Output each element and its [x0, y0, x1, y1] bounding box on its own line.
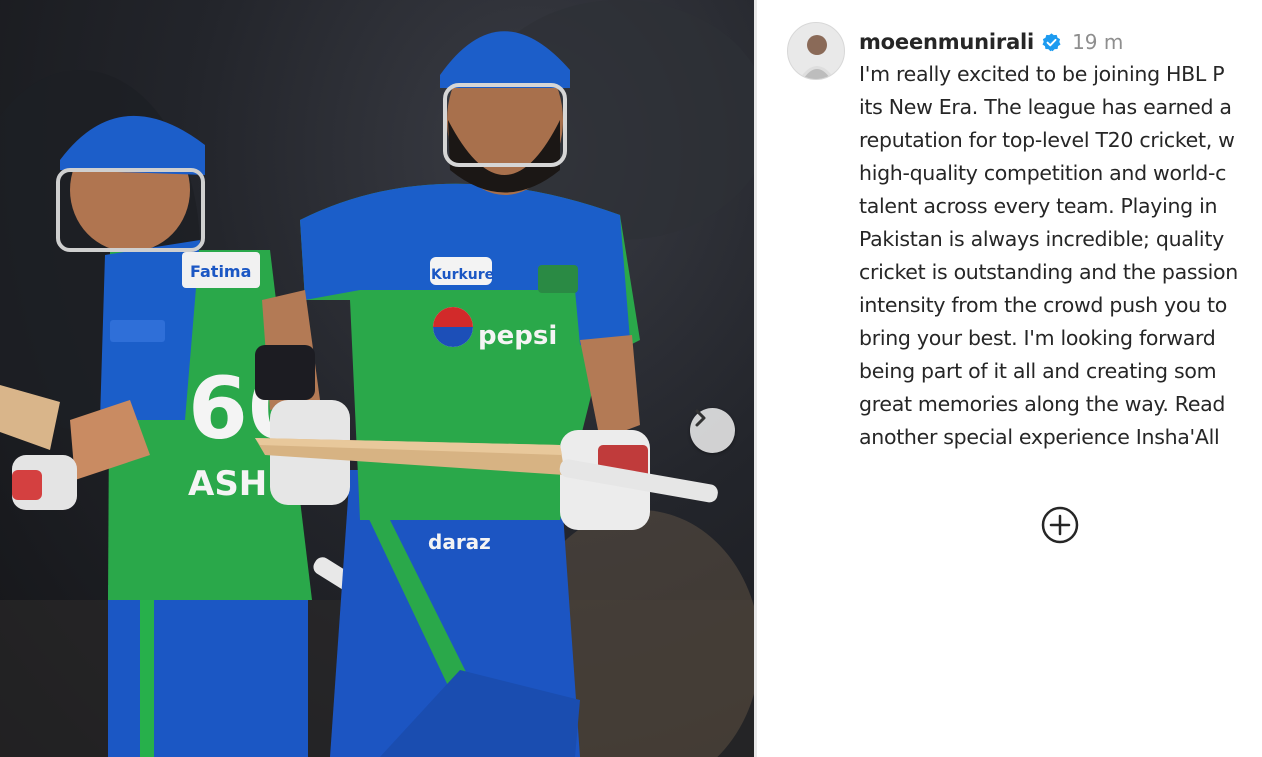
caption-line: bring your best. I'm looking forward [859, 326, 1216, 350]
shoulder-sponsor: Fatima [190, 262, 251, 281]
front-sponsor: pepsi [478, 321, 557, 351]
chevron-right-icon [695, 409, 706, 427]
caption-line: cricket is outstanding and the passion [859, 260, 1238, 284]
post-photo: 60 ASH Fatima Kurkure pepsi daraz [0, 0, 756, 757]
jersey-name: ASH [188, 464, 267, 504]
avatar-image [788, 23, 844, 79]
chest-sponsor: Kurkure [431, 267, 494, 283]
caption-line: another special experience Insha'All [859, 425, 1220, 449]
caption-line: high-quality competition and world-c [859, 161, 1227, 185]
avatar[interactable] [787, 22, 845, 80]
shorts-sponsor: daraz [428, 530, 491, 554]
caption-line: being part of it all and creating som [859, 359, 1217, 383]
caption-line: intensity from the crowd push you to [859, 293, 1228, 317]
plus-circle-icon [1041, 506, 1079, 544]
caption-line: great memories along the way. Read [859, 392, 1226, 416]
caption-line: reputation for top-level T20 cricket, w [859, 128, 1235, 152]
next-photo-button[interactable] [690, 408, 735, 453]
caption-pane: moeenmunirali 19 m I'm really excited to… [757, 0, 1262, 757]
cricketers-image: 60 ASH Fatima Kurkure pepsi daraz [0, 0, 756, 757]
post-header: moeenmunirali 19 m [859, 26, 1123, 58]
caption-line: I'm really excited to be joining HBL P [859, 62, 1225, 86]
load-more-comments-button[interactable] [1040, 505, 1080, 545]
post-time: 19 m [1072, 30, 1124, 54]
verified-badge-icon [1042, 32, 1061, 51]
caption-line: talent across every team. Playing in [859, 194, 1218, 218]
post-caption: I'm really excited to be joining HBL P i… [859, 58, 1262, 454]
caption-line: its New Era. The league has earned a [859, 95, 1232, 119]
caption-line: Pakistan is always incredible; quality [859, 227, 1224, 251]
username-link[interactable]: moeenmunirali [859, 30, 1034, 54]
